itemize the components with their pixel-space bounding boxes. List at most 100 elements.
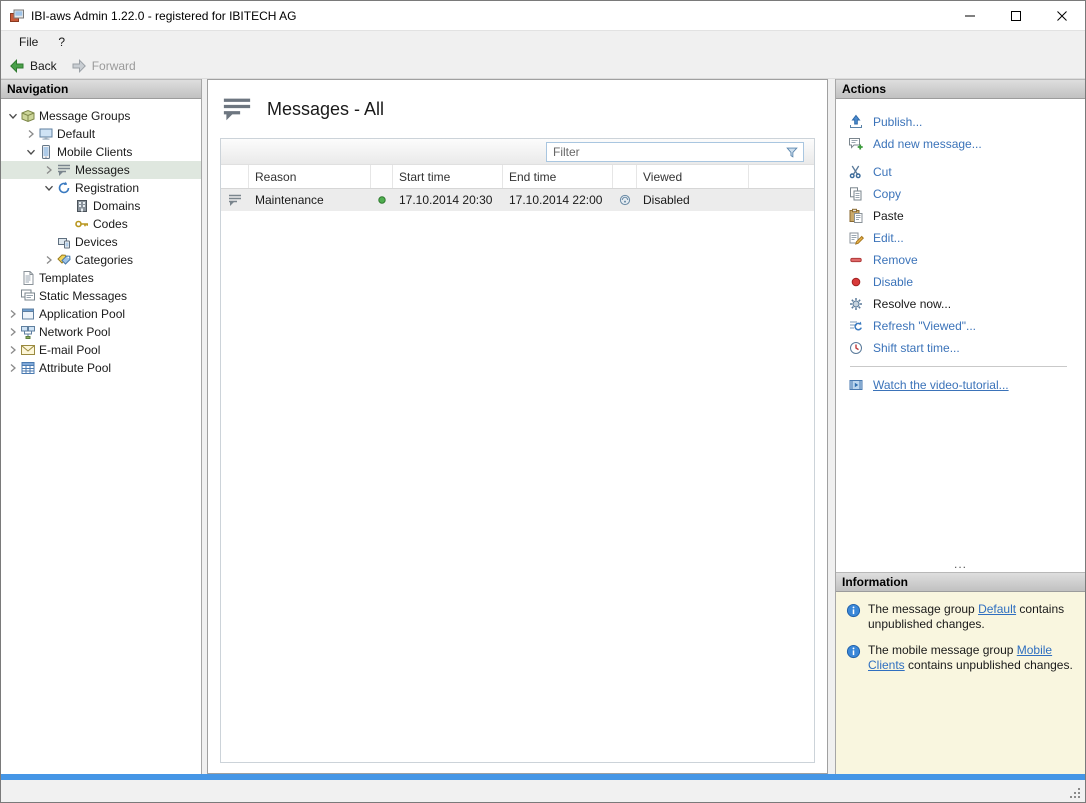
tree-item-label: Domains: [93, 199, 140, 213]
tree-item-default[interactable]: Default: [1, 125, 201, 143]
tree-item-label: Static Messages: [39, 289, 127, 303]
close-button[interactable]: [1039, 1, 1085, 30]
column-header-start-time[interactable]: Start time: [393, 165, 503, 188]
copy-icon: [848, 186, 864, 202]
info-link-mobile-clients[interactable]: Mobile Clients: [868, 643, 1052, 672]
menubar: File ?: [1, 31, 1085, 53]
forward-button: Forward: [67, 56, 144, 76]
tree-item-templates[interactable]: Templates: [1, 269, 201, 287]
tree-item-attribute-pool[interactable]: Attribute Pool: [1, 359, 201, 377]
action-cut[interactable]: Cut: [848, 161, 1079, 183]
filter-icon[interactable]: [785, 145, 799, 159]
tree-chevron-down-icon[interactable]: [23, 147, 38, 157]
content-area: Navigation Message GroupsDefaultMobile C…: [1, 79, 1085, 774]
tree-chevron-right-icon[interactable]: [5, 345, 20, 355]
static-messages-icon: [20, 288, 36, 304]
titlebar: IBI-aws Admin 1.22.0 - registered for IB…: [1, 1, 1085, 31]
desktop-icon: [38, 126, 54, 142]
menu-help[interactable]: ?: [50, 33, 73, 51]
table-row-maintenance[interactable]: Maintenance17.10.2014 20:3017.10.2014 22…: [221, 189, 814, 211]
tree-item-network-pool[interactable]: Network Pool: [1, 323, 201, 341]
tree-chevron-right-icon[interactable]: [41, 165, 56, 175]
cell-active-dot: [371, 189, 393, 211]
messages-header-icon: [222, 96, 252, 122]
tree-item-domains[interactable]: Domains: [1, 197, 201, 215]
tree-chevron-right-icon[interactable]: [5, 309, 20, 319]
app-window: IBI-aws Admin 1.22.0 - registered for IB…: [0, 0, 1086, 803]
tree-item-mobile-clients[interactable]: Mobile Clients: [1, 143, 201, 161]
action-paste: Paste: [848, 205, 1079, 227]
tree-item-label: Mobile Clients: [57, 145, 132, 159]
back-icon: [9, 58, 25, 74]
action-resolve-now: Resolve now...: [848, 293, 1079, 315]
tree-item-label: Message Groups: [39, 109, 130, 123]
resize-grip[interactable]: [1069, 787, 1082, 800]
action-watch-the-video-tutorial[interactable]: Watch the video-tutorial...: [848, 374, 1079, 396]
tree-chevron-down-icon[interactable]: [5, 111, 20, 121]
tree-item-codes[interactable]: Codes: [1, 215, 201, 233]
column-header-viewed[interactable]: Viewed: [637, 165, 749, 188]
actions-overflow-indicator[interactable]: ...: [836, 558, 1085, 572]
tree-item-devices[interactable]: Devices: [1, 233, 201, 251]
menu-file[interactable]: File: [11, 33, 46, 51]
messages-icon: [227, 192, 243, 208]
action-refresh-viewed[interactable]: Refresh "Viewed"...: [848, 315, 1079, 337]
registration-icon: [56, 180, 72, 196]
network-pool-icon: [20, 324, 36, 340]
tree-chevron-right-icon[interactable]: [5, 363, 20, 373]
tree-item-registration[interactable]: Registration: [1, 179, 201, 197]
tree-item-label: Default: [57, 127, 95, 141]
tree-item-application-pool[interactable]: Application Pool: [1, 305, 201, 323]
column-header-filler: [749, 165, 814, 188]
cell-text: Maintenance: [249, 189, 371, 211]
tree-item-e-mail-pool[interactable]: E-mail Pool: [1, 341, 201, 359]
actions-separator: [850, 366, 1067, 367]
info-item: The message group Default contains unpub…: [846, 602, 1077, 632]
minimize-button[interactable]: [947, 1, 993, 30]
action-publish[interactable]: Publish...: [848, 111, 1079, 133]
tree-chevron-right-icon[interactable]: [41, 255, 56, 265]
maximize-button[interactable]: [993, 1, 1039, 30]
back-button[interactable]: Back: [5, 56, 65, 76]
tree-item-label: Network Pool: [39, 325, 110, 339]
tree-chevron-down-icon[interactable]: [41, 183, 56, 193]
devices-icon: [56, 234, 72, 250]
tree-item-categories[interactable]: Categories: [1, 251, 201, 269]
cell-viewed-state: [613, 189, 637, 211]
info-icon: [846, 643, 861, 673]
info-link-default[interactable]: Default: [978, 602, 1016, 616]
attribute-pool-icon: [20, 360, 36, 376]
table-body: Maintenance17.10.2014 20:3017.10.2014 22…: [221, 189, 814, 211]
window-controls: [947, 1, 1085, 30]
edit-icon: [848, 230, 864, 246]
column-header-end-time[interactable]: End time: [503, 165, 613, 188]
table-empty-area: [221, 211, 814, 762]
active-dot-icon: [374, 192, 390, 208]
domains-icon: [74, 198, 90, 214]
tree-item-messages[interactable]: Messages: [1, 161, 201, 179]
tree-item-message-groups[interactable]: Message Groups: [1, 107, 201, 125]
action-shift-start-time[interactable]: Shift start time...: [848, 337, 1079, 359]
add-message-icon: [848, 136, 864, 152]
action-label: Resolve now...: [873, 297, 951, 311]
column-header-blank[interactable]: [371, 165, 393, 188]
tree-chevron-right-icon[interactable]: [23, 129, 38, 139]
column-header-blank[interactable]: [613, 165, 637, 188]
cell-text: Disabled: [637, 189, 749, 211]
column-header-reason[interactable]: Reason: [249, 165, 371, 188]
column-header-blank[interactable]: [221, 165, 249, 188]
cell-text: 17.10.2014 22:00: [503, 189, 613, 211]
tree-item-label: Templates: [39, 271, 94, 285]
tree-item-label: Attribute Pool: [39, 361, 111, 375]
tree-item-label: Registration: [75, 181, 139, 195]
action-disable[interactable]: Disable: [848, 271, 1079, 293]
action-add-new-message[interactable]: Add new message...: [848, 133, 1079, 155]
tree-item-static-messages[interactable]: Static Messages: [1, 287, 201, 305]
action-label: Watch the video-tutorial...: [873, 378, 1009, 392]
action-edit[interactable]: Edit...: [848, 227, 1079, 249]
action-copy[interactable]: Copy: [848, 183, 1079, 205]
filter-input[interactable]: [553, 145, 785, 159]
tree-chevron-right-icon[interactable]: [5, 327, 20, 337]
messages-listview: Reason Start timeEnd time Viewed Maintenan…: [220, 138, 815, 763]
action-remove[interactable]: Remove: [848, 249, 1079, 271]
